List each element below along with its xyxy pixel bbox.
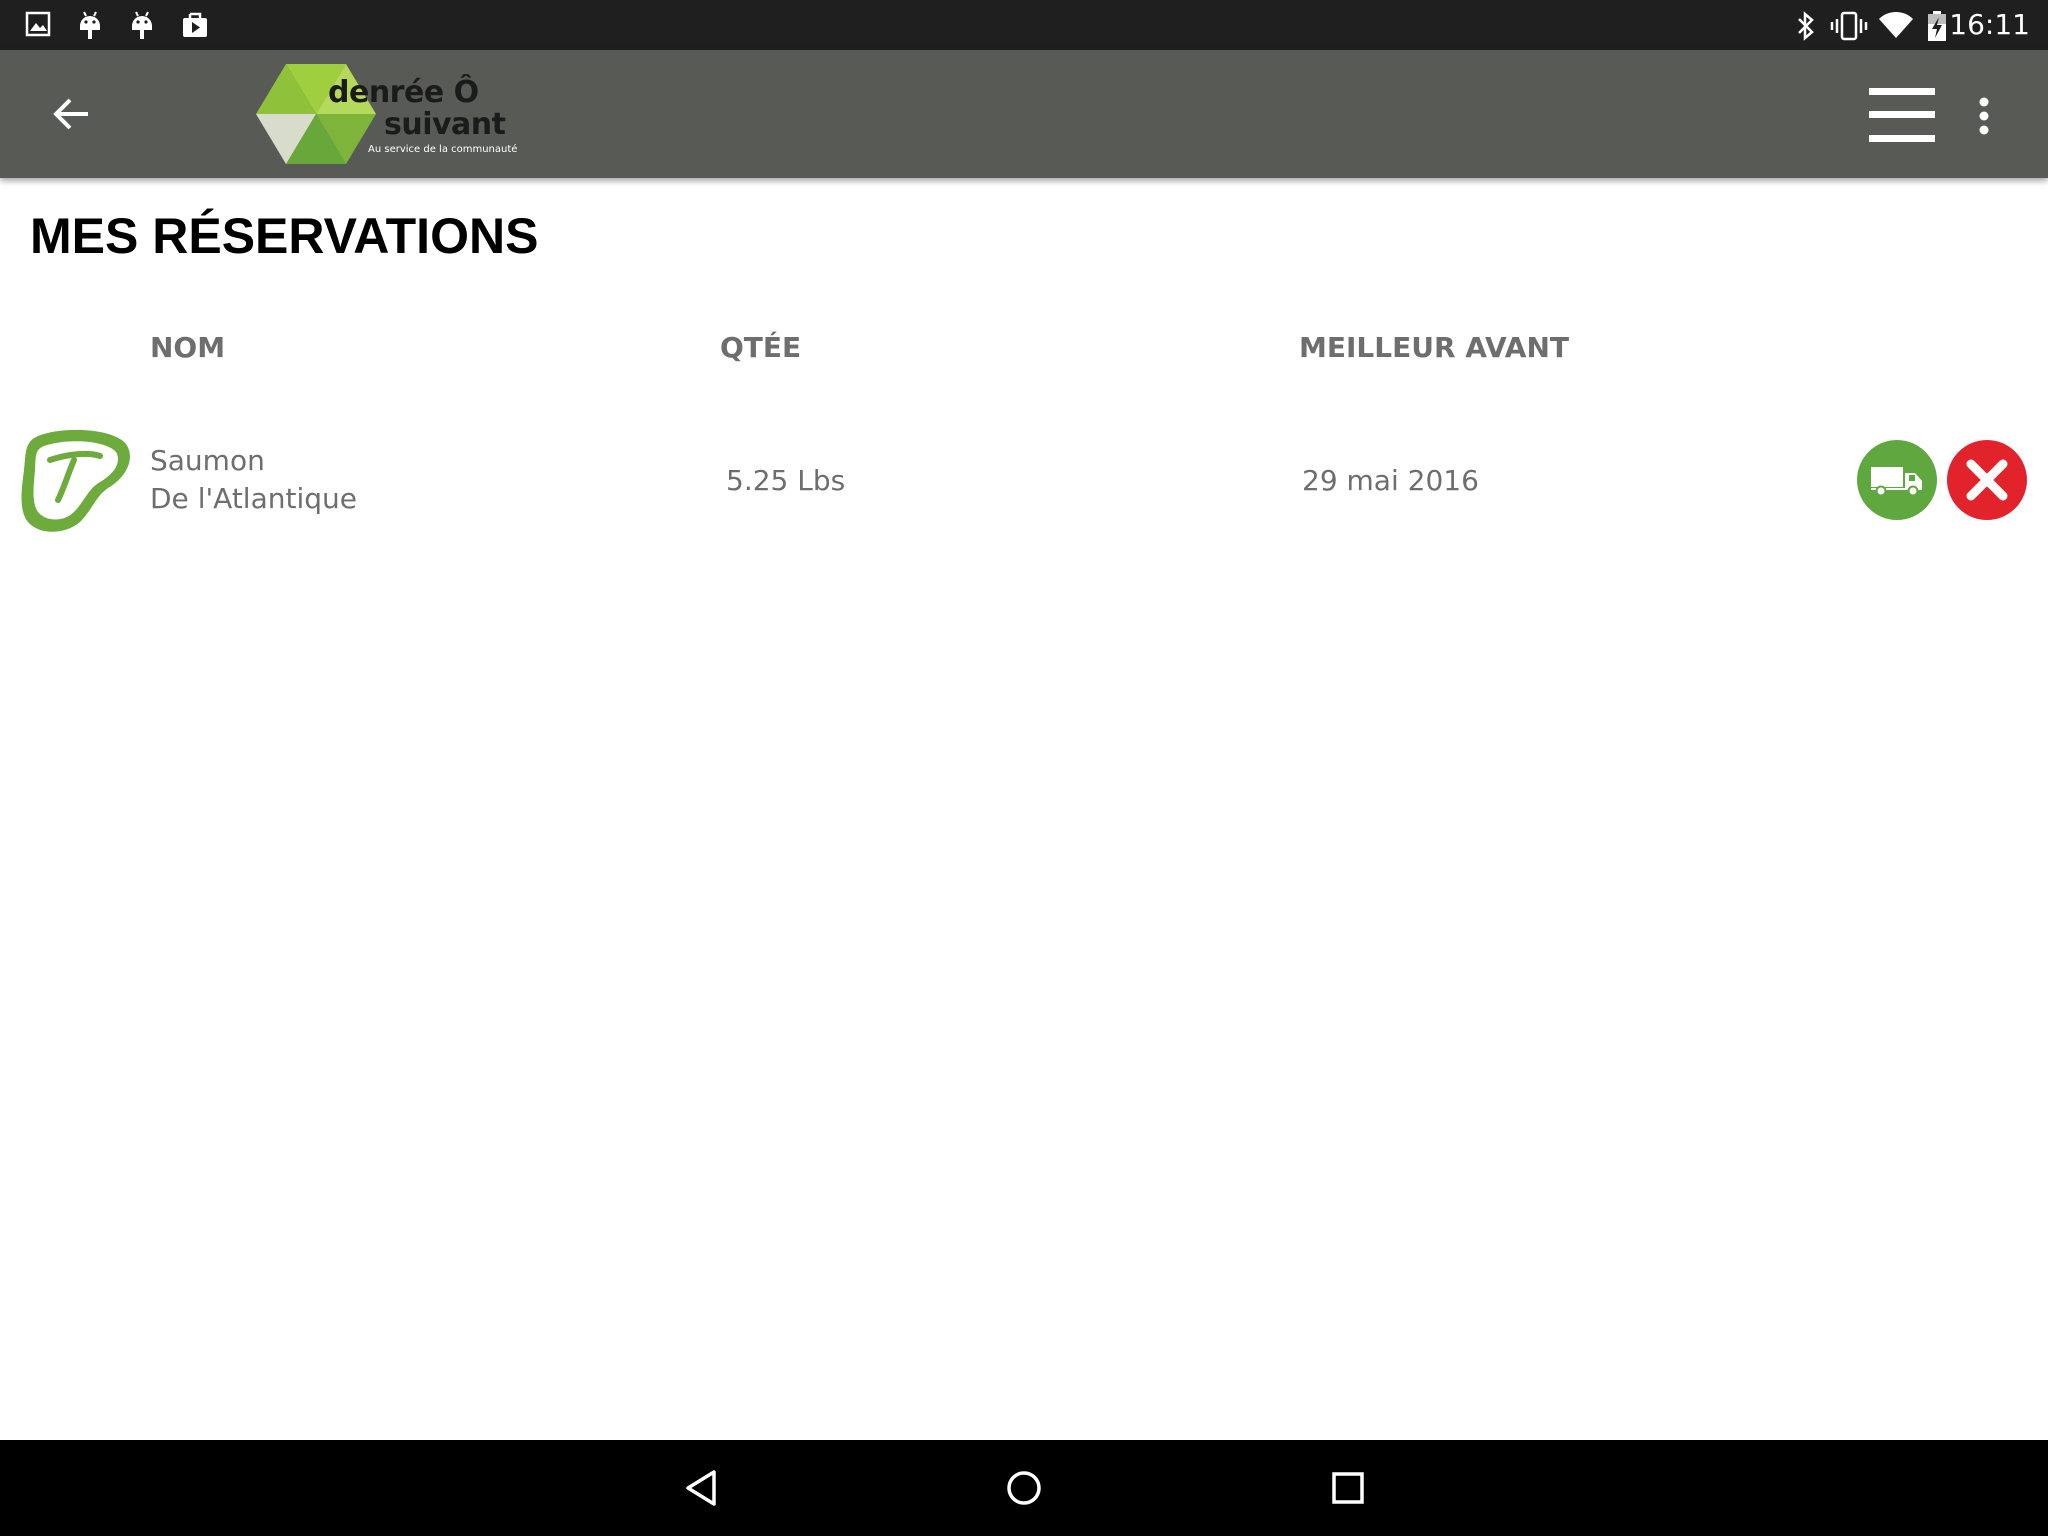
item-best-before: 29 mai 2016 xyxy=(1302,464,1479,497)
app-bar: denrée Ô suivant Au service de la commun… xyxy=(0,50,2048,178)
android-icon xyxy=(76,10,104,46)
deliver-button[interactable] xyxy=(1857,440,1937,520)
android-icon xyxy=(128,10,156,46)
logo-tagline: Au service de la communauté xyxy=(368,144,518,155)
close-icon xyxy=(1966,459,2008,501)
arrow-left-icon xyxy=(53,98,88,130)
vibrate-icon xyxy=(1830,10,1868,46)
column-header-name[interactable]: NOM xyxy=(150,330,225,366)
logo-text-line1: denrée Ô xyxy=(328,75,479,110)
nav-back-button[interactable] xyxy=(670,1458,734,1518)
table-row[interactable]: Saumon De l'Atlantique 5.25 Lbs 29 mai 2… xyxy=(0,420,2048,544)
item-quantity: 5.25 Lbs xyxy=(726,464,846,497)
wifi-icon xyxy=(1878,10,1914,44)
screen: 16:11 denrée Ô suivant Au service de la … xyxy=(0,0,2048,1536)
page-title: MES RÉSERVATIONS xyxy=(30,208,539,264)
recents-square-icon xyxy=(1332,1472,1364,1504)
nav-home-button[interactable] xyxy=(992,1458,1056,1518)
play-store-icon xyxy=(180,10,210,44)
status-time: 16:11 xyxy=(1949,8,2030,41)
column-header-quantity[interactable]: QTÉE xyxy=(720,330,801,366)
more-vert-icon xyxy=(1979,97,1989,135)
back-button[interactable] xyxy=(40,86,104,142)
truck-icon xyxy=(1871,467,1922,497)
menu-button[interactable] xyxy=(1860,80,1944,150)
logo-text-line2: suivant xyxy=(384,107,506,142)
cancel-reservation-button[interactable] xyxy=(1947,440,2027,520)
gallery-icon xyxy=(24,10,52,42)
meat-steak-icon xyxy=(18,426,132,536)
status-bar: 16:11 xyxy=(0,0,2048,50)
item-name-line1: Saumon xyxy=(150,444,265,477)
home-circle-icon xyxy=(1007,1471,1041,1505)
column-header-best-before[interactable]: MEILLEUR AVANT xyxy=(1299,330,1569,366)
hamburger-icon xyxy=(1869,88,1935,142)
back-triangle-icon xyxy=(686,1470,716,1506)
bluetooth-icon xyxy=(1794,10,1818,46)
system-nav-bar xyxy=(0,1440,2048,1536)
nav-recents-button[interactable] xyxy=(1316,1458,1380,1518)
battery-charging-icon xyxy=(1926,10,1948,46)
item-name: Saumon De l'Atlantique xyxy=(150,442,357,518)
item-name-line2: De l'Atlantique xyxy=(150,482,357,515)
app-logo: denrée Ô suivant Au service de la commun… xyxy=(256,62,518,166)
overflow-menu-button[interactable] xyxy=(1962,86,2006,146)
